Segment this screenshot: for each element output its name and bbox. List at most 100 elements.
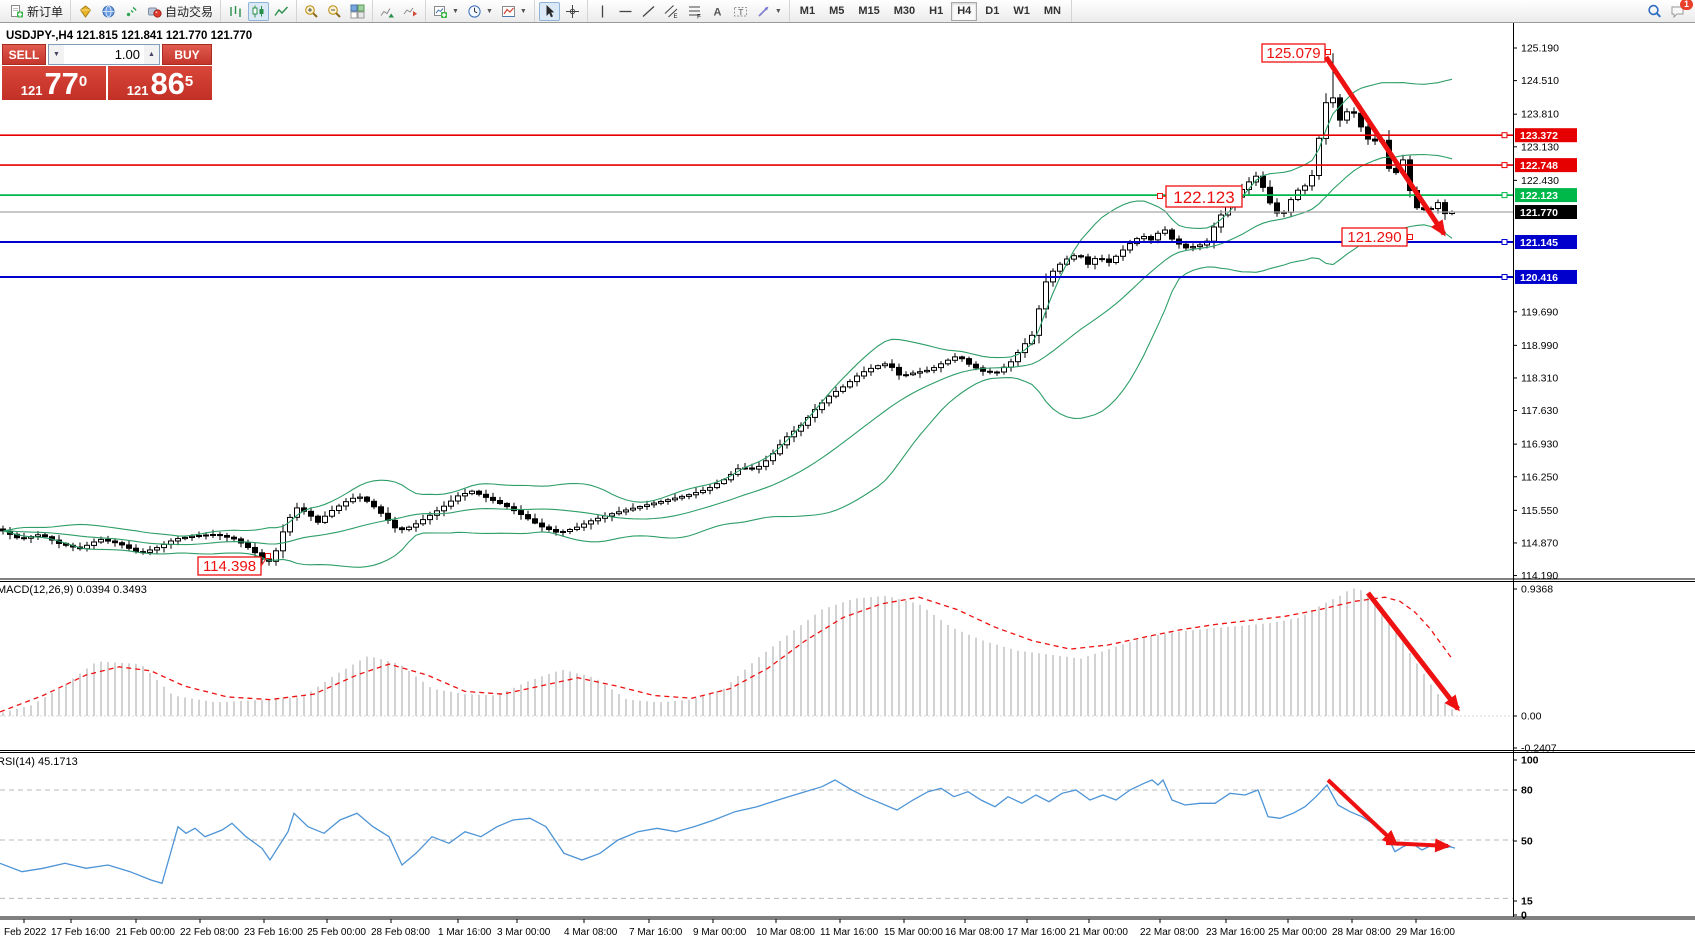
level-handle[interactable] (1502, 163, 1507, 168)
tile-windows-button[interactable] (347, 2, 368, 21)
fibonacci-button[interactable]: F (684, 2, 705, 21)
volume-decrease-button[interactable]: ▼ (49, 45, 64, 64)
level-handle[interactable] (1502, 193, 1507, 198)
price-axis: 125.190124.510123.810123.130122.430119.6… (1513, 43, 1559, 583)
candlestick-chart-button[interactable] (248, 2, 269, 21)
svg-text:123.130: 123.130 (1521, 141, 1559, 153)
price-annotation[interactable]: 121.290 (1342, 228, 1413, 246)
periods-button[interactable]: ▼ (464, 2, 496, 21)
svg-text:21 Mar 00:00: 21 Mar 00:00 (1069, 927, 1128, 938)
level-price-badge: 122.748 (1515, 158, 1577, 172)
arrows-button[interactable]: ▼ (753, 2, 785, 21)
svg-text:119.690: 119.690 (1521, 306, 1558, 318)
timeframe-m15-button[interactable]: M15 (852, 2, 885, 21)
equidistant-channel-button[interactable]: E (661, 2, 682, 21)
timeframe-w1-button[interactable]: W1 (1007, 2, 1036, 21)
rsi-line (0, 780, 1455, 883)
community-button[interactable] (98, 2, 119, 21)
crosshair-button[interactable] (562, 2, 583, 21)
svg-text:-0.2407: -0.2407 (1521, 743, 1557, 755)
chevron-down-icon: ▼ (520, 8, 527, 15)
current-price-badge: 121.770 (1515, 205, 1577, 219)
tline-icon (641, 4, 656, 19)
market-button[interactable] (75, 2, 96, 21)
candles-icon (251, 4, 266, 19)
buy-price-main: 86 (150, 70, 184, 98)
template-icon (501, 4, 516, 19)
sell-price-pip: 0 (79, 67, 87, 97)
timeframe-h1-button[interactable]: H1 (923, 2, 949, 21)
vertical-line-button[interactable] (592, 2, 613, 21)
globe-icon (101, 4, 116, 19)
tile-icon (350, 4, 365, 19)
timeframe-mn-button[interactable]: MN (1038, 2, 1067, 21)
trend-arrow-rsi-2[interactable] (1386, 843, 1448, 846)
svg-text:120.416: 120.416 (1520, 272, 1558, 284)
svg-text:23 Feb 16:00: 23 Feb 16:00 (244, 927, 303, 938)
svg-text:29 Mar 16:00: 29 Mar 16:00 (1396, 927, 1455, 938)
buy-button[interactable]: BUY (162, 44, 212, 65)
level-handle[interactable] (1502, 275, 1507, 280)
svg-text:0: 0 (1521, 910, 1527, 922)
svg-text:125.190: 125.190 (1521, 43, 1559, 55)
timeframe-m5-button[interactable]: M5 (823, 2, 850, 21)
toolbar-group-orders: 新订单 (2, 0, 71, 22)
zoom-in-button[interactable] (301, 2, 322, 21)
level-handle[interactable] (1502, 133, 1507, 138)
text-label-button[interactable]: T (730, 2, 751, 21)
panel-borders (0, 23, 1695, 919)
sell-button[interactable]: SELL (2, 44, 46, 65)
volume-increase-button[interactable]: ▲ (144, 45, 159, 64)
level-handle[interactable] (1502, 240, 1507, 245)
gold-icon (78, 4, 93, 19)
svg-text:123.372: 123.372 (1520, 130, 1558, 142)
doc-plus-icon (9, 4, 24, 19)
auto-trading-button[interactable]: 自动交易 (144, 2, 216, 21)
svg-text:121.770: 121.770 (1520, 207, 1558, 219)
templates-button[interactable]: ▼ (498, 2, 530, 21)
price-annotation[interactable]: 122.123 (1158, 186, 1243, 207)
chart-shift-button[interactable] (400, 2, 421, 21)
chart-window: 125.190124.510123.810123.130122.430119.6… (0, 23, 1695, 943)
volume-input[interactable] (64, 45, 144, 64)
svg-text:118.990: 118.990 (1521, 340, 1558, 352)
trendline-button[interactable] (638, 2, 659, 21)
price-annotation[interactable]: 114.398 (198, 554, 271, 576)
svg-text:T: T (738, 6, 743, 16)
price-chart-canvas[interactable]: 125.190124.510123.810123.130122.430119.6… (0, 23, 1695, 943)
line-chart-button[interactable] (271, 2, 292, 21)
crosshair-icon (565, 4, 580, 19)
timeframe-m30-button[interactable]: M30 (888, 2, 921, 21)
svg-text:122.748: 122.748 (1520, 160, 1558, 172)
svg-text:124.510: 124.510 (1521, 75, 1559, 87)
price-annotation[interactable]: 125.079 (1262, 44, 1331, 62)
timeframe-h4-button[interactable]: H4 (951, 2, 977, 21)
one-click-trading-widget: SELL ▼ ▲ BUY 121 77 0 121 86 5 (2, 44, 212, 100)
text-button[interactable]: A (707, 2, 728, 21)
chat-button[interactable]: 1 (1667, 2, 1688, 21)
svg-text:4 Mar 08:00: 4 Mar 08:00 (564, 927, 618, 938)
auto-scroll-button[interactable] (377, 2, 398, 21)
zoom-out-button[interactable] (324, 2, 345, 21)
zoom-out-icon (327, 4, 342, 19)
sell-price-main: 77 (44, 70, 78, 98)
search-button[interactable] (1644, 2, 1665, 21)
sell-price-button[interactable]: 121 77 0 (2, 66, 106, 100)
timeframe-m1-button[interactable]: M1 (794, 2, 821, 21)
toolbar-group-pointer (535, 0, 588, 22)
shapes-icon (756, 4, 771, 19)
autoscroll-icon (380, 4, 395, 19)
horizontal-level-lines[interactable] (0, 133, 1513, 280)
svg-text:28 Feb 08:00: 28 Feb 08:00 (371, 927, 430, 938)
buy-price-button[interactable]: 121 86 5 (108, 66, 212, 100)
bar-chart-button[interactable] (225, 2, 246, 21)
timeframe-d1-button[interactable]: D1 (979, 2, 1005, 21)
new-chart-button[interactable]: ▼ (430, 2, 462, 21)
chart-ohlc-title: USDJPY-,H4 121.815 121.841 121.770 121.7… (6, 30, 252, 42)
autotrade-icon (147, 4, 162, 19)
signals-button[interactable] (121, 2, 142, 21)
cursor-button[interactable] (539, 2, 560, 21)
new-order-button[interactable]: 新订单 (6, 2, 66, 21)
svg-text:28 Mar 08:00: 28 Mar 08:00 (1332, 927, 1391, 938)
horizontal-line-button[interactable] (615, 2, 636, 21)
